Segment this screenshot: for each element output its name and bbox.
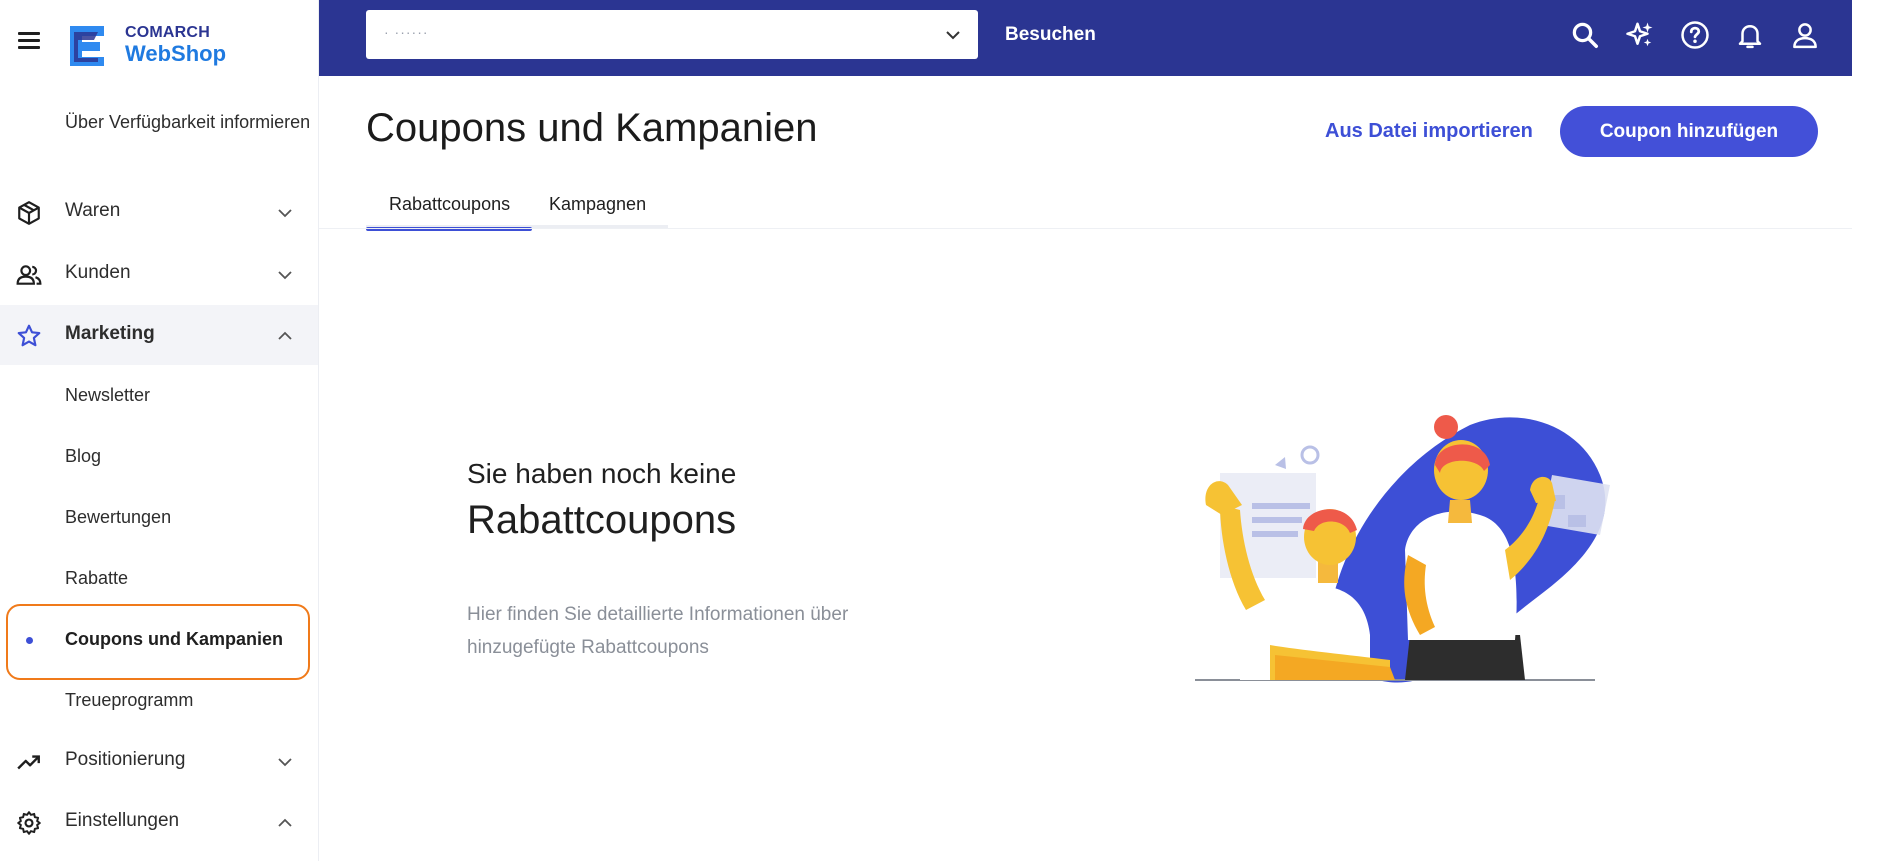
- page-title: Coupons und Kampanien: [366, 106, 818, 150]
- empty-state-description: Hier finden Sie detaillierte Information…: [467, 604, 849, 658]
- sidebar-item-label: Marketing: [65, 323, 155, 344]
- sidebar-header: COMARCH WebShop: [0, 0, 318, 96]
- star-icon: [17, 324, 41, 347]
- sidebar-subitem-rabatte[interactable]: Rabatte: [0, 549, 318, 609]
- sidebar-subitem-label: Newsletter: [65, 385, 151, 405]
- sidebar-item-label: Positionierung: [65, 749, 186, 770]
- chevron-down-icon: [278, 271, 292, 280]
- shop-select-value: · ······: [384, 24, 429, 40]
- tab-rabattcoupons[interactable]: Rabattcoupons: [365, 194, 533, 231]
- top-bar: · ······ Besuchen: [319, 0, 1852, 76]
- chevron-down-icon: [278, 209, 292, 218]
- tab-bar: Rabattcoupons Kampagnen: [365, 190, 668, 231]
- visit-shop-link[interactable]: Besuchen: [1005, 24, 1096, 46]
- empty-state-illustration: [1195, 415, 1610, 683]
- chevron-down-icon: [278, 758, 292, 767]
- sidebar-item-marketing[interactable]: Marketing: [0, 305, 318, 365]
- active-dot-icon: [26, 637, 33, 644]
- sidebar-subitem-label: Bewertungen: [65, 507, 172, 527]
- sidebar-item-kunden[interactable]: Kunden: [0, 244, 318, 304]
- empty-state-title-line1: Sie haben noch keine: [467, 458, 737, 489]
- sidebar-subitem-bewertungen[interactable]: Bewertungen: [0, 488, 318, 548]
- help-icon[interactable]: [1680, 20, 1710, 50]
- shop-select[interactable]: · ······: [366, 10, 978, 59]
- sidebar-item-positionierung[interactable]: Positionierung: [0, 731, 318, 791]
- sidebar-subitem-blog[interactable]: Blog: [0, 427, 318, 487]
- sidebar-subitem-label: Coupons und Kampanien: [65, 629, 283, 649]
- sidebar-subitem-label: Blog: [65, 446, 102, 466]
- sparkle-icon[interactable]: [1625, 20, 1655, 50]
- chevron-up-icon: [278, 818, 292, 827]
- cube-icon: [18, 201, 40, 225]
- sidebar-item-label: Kunden: [65, 262, 131, 283]
- import-from-file-link[interactable]: Aus Datei importieren: [1325, 120, 1533, 143]
- gear-icon: [17, 811, 41, 835]
- logo-text: COMARCH WebShop: [125, 24, 226, 66]
- content-divider: [319, 228, 1852, 229]
- sidebar-subitem-label: Treueprogramm: [65, 690, 194, 710]
- logo-product: WebShop: [125, 41, 227, 66]
- chevron-down-icon: [946, 31, 960, 40]
- bell-icon[interactable]: [1735, 20, 1765, 50]
- chevron-up-icon: [278, 331, 292, 340]
- sidebar-item-label: Waren: [65, 200, 121, 221]
- search-icon[interactable]: [1570, 20, 1600, 50]
- sidebar-subitem-newsletter[interactable]: Newsletter: [0, 366, 318, 426]
- sidebar-item-einstellungen[interactable]: Einstellungen: [0, 792, 318, 852]
- add-coupon-button[interactable]: Coupon hinzufügen: [1560, 106, 1818, 157]
- logo-brand: COMARCH: [125, 24, 210, 41]
- sidebar-subitem-label: Rabatte: [65, 568, 129, 588]
- sidebar: COMARCH WebShop Über Verfügbarkeit infor…: [0, 0, 319, 861]
- sidebar-subitem-treueprogramm[interactable]: Treueprogramm: [0, 671, 318, 731]
- trending-up-icon: [17, 755, 40, 770]
- menu-icon[interactable]: [16, 30, 42, 52]
- user-icon[interactable]: [1790, 20, 1820, 50]
- sidebar-item-waren[interactable]: Waren: [0, 182, 318, 242]
- webshop-logo-icon: [70, 26, 104, 66]
- sidebar-item-availability-notify[interactable]: Über Verfügbarkeit informieren: [65, 107, 315, 137]
- sidebar-item-label: Einstellungen: [65, 810, 180, 831]
- sidebar-subitem-coupons[interactable]: Coupons und Kampanien: [0, 610, 318, 670]
- tab-kampagnen[interactable]: Kampagnen: [549, 194, 646, 228]
- people-icon: [16, 265, 42, 285]
- empty-state-title-line2: Rabattcoupons: [467, 498, 737, 542]
